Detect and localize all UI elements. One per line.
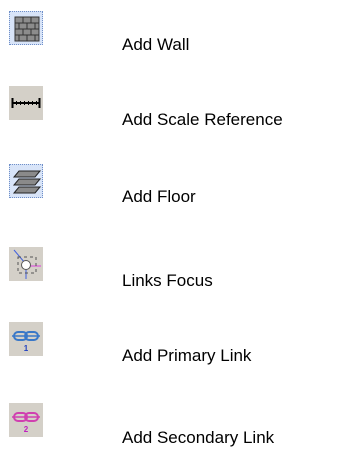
tool-row-add-scale-reference[interactable]: Add Scale Reference — [0, 86, 351, 156]
primary-link-chain-icon: 1 — [12, 331, 40, 353]
add-secondary-link-label: Add Secondary Link — [122, 428, 275, 447]
scale-ruler-icon — [11, 98, 41, 108]
add-floor-button[interactable] — [9, 164, 43, 198]
secondary-link-badge: 2 — [24, 425, 29, 434]
links-focus-button[interactable] — [9, 247, 43, 281]
primary-link-badge: 1 — [24, 344, 29, 353]
add-scale-reference-button[interactable] — [9, 86, 43, 120]
tool-row-add-wall[interactable]: Add Wall — [0, 11, 351, 81]
floor-layers-icon — [12, 170, 42, 194]
add-floor-label: Add Floor — [122, 187, 196, 206]
tool-row-add-secondary-link[interactable]: 2 Add Secondary Link — [0, 398, 351, 468]
add-wall-button[interactable] — [9, 11, 43, 45]
add-primary-link-label: Add Primary Link — [122, 346, 252, 365]
add-wall-label: Add Wall — [122, 35, 190, 54]
links-focus-label: Links Focus — [122, 271, 213, 290]
add-scale-reference-label: Add Scale Reference — [122, 110, 283, 129]
tool-row-links-focus[interactable]: Links Focus — [0, 247, 351, 317]
tool-row-add-primary-link[interactable]: 1 Add Primary Link — [0, 322, 351, 392]
tool-row-add-floor[interactable]: Add Floor — [0, 164, 351, 234]
links-focus-icon — [13, 249, 41, 279]
brick-wall-icon — [14, 16, 40, 42]
add-primary-link-button[interactable]: 1 — [9, 322, 43, 356]
add-secondary-link-button[interactable]: 2 — [9, 403, 43, 437]
secondary-link-chain-icon: 2 — [12, 412, 40, 434]
